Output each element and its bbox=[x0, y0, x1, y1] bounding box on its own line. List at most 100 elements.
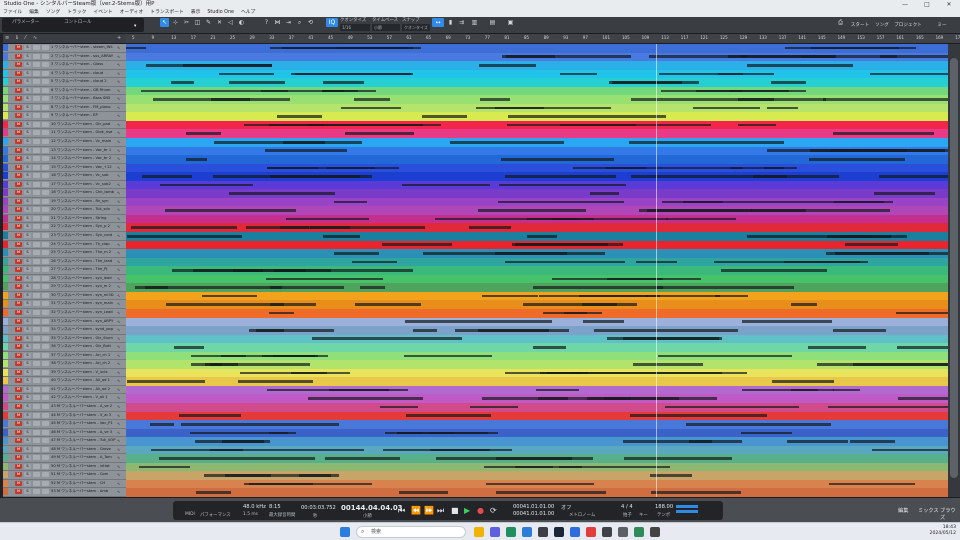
monitor-button[interactable] bbox=[42, 335, 49, 341]
ripple-icon[interactable]: ⇉ bbox=[457, 18, 466, 27]
monitor-button[interactable] bbox=[42, 233, 49, 239]
metronome-label[interactable]: メトロノーム bbox=[569, 512, 595, 518]
record-arm-button[interactable] bbox=[33, 344, 40, 350]
track-lane[interactable] bbox=[126, 471, 948, 480]
solo-button[interactable]: S bbox=[24, 87, 31, 93]
maximize-button[interactable]: □ bbox=[916, 0, 938, 9]
track-name[interactable]: 39 ワンネルーバーstem - V_ucla bbox=[51, 369, 117, 376]
track-name[interactable]: 24 ワンネルーバーstem - Th_clap bbox=[51, 241, 117, 248]
monitor-button[interactable] bbox=[42, 70, 49, 76]
track-name[interactable]: 47 M ワンネルーバーstem - Tuk_VOP bbox=[51, 437, 117, 444]
track-name[interactable]: 32 ワンネルーバーstem - syn_Lead bbox=[51, 309, 117, 316]
audio-event[interactable] bbox=[126, 463, 948, 470]
audio-event[interactable] bbox=[126, 241, 948, 248]
solo-button[interactable]: S bbox=[24, 45, 31, 50]
track-lane[interactable] bbox=[126, 437, 948, 446]
app-icon-2[interactable] bbox=[506, 527, 516, 537]
track-name[interactable]: 11 ワンネルーバーstem - Glok_rise bbox=[51, 129, 117, 136]
record-arm-button[interactable] bbox=[33, 335, 40, 341]
app-icon-8[interactable] bbox=[650, 527, 660, 537]
record-arm-button[interactable] bbox=[33, 463, 40, 469]
audio-event[interactable] bbox=[126, 446, 948, 453]
track-name[interactable]: 2 ワンネルーバーstem - sus_ARRAY bbox=[51, 53, 117, 60]
snap-select[interactable]: クオンタイズ bbox=[402, 24, 430, 31]
track-lane[interactable] bbox=[126, 155, 948, 164]
track-header[interactable]: M S 45 M ワンネルーバーstem - Voc_P1 ∿ bbox=[3, 420, 126, 429]
monitor-button[interactable] bbox=[42, 258, 49, 264]
record-arm-button[interactable] bbox=[33, 87, 40, 93]
audio-event[interactable] bbox=[126, 395, 948, 402]
track-name[interactable]: 22 ワンネルーバーstem - Syn_p 2 bbox=[51, 223, 117, 230]
solo-button[interactable]: S bbox=[24, 258, 31, 264]
track-name[interactable]: 50 M ワンネルーバーstem - inHat bbox=[51, 463, 117, 470]
track-name[interactable]: 1 ワンネルーバーstem - steam_INS bbox=[51, 44, 117, 51]
timebase-select[interactable]: 小節 bbox=[372, 24, 400, 31]
track-lane[interactable] bbox=[126, 103, 948, 113]
track-lane[interactable] bbox=[126, 308, 948, 318]
solo-button[interactable]: S bbox=[24, 335, 31, 341]
tab-mix[interactable]: ミックス bbox=[918, 507, 939, 514]
monitor-button[interactable] bbox=[42, 403, 49, 409]
solo-button[interactable]: S bbox=[24, 386, 31, 392]
solo-button[interactable]: S bbox=[24, 130, 31, 136]
audio-event[interactable] bbox=[126, 429, 948, 436]
track-lane[interactable] bbox=[126, 146, 948, 156]
monitor-button[interactable] bbox=[42, 190, 49, 196]
monitor-button[interactable] bbox=[42, 284, 49, 290]
record-arm-button[interactable] bbox=[33, 292, 40, 298]
track-lane[interactable] bbox=[126, 283, 948, 292]
mute-button[interactable]: M bbox=[15, 233, 22, 239]
arrangement-area[interactable] bbox=[126, 44, 960, 497]
audio-event[interactable] bbox=[126, 104, 948, 111]
track-name[interactable]: 18 ワンネルーバーstem - Chk_tamb bbox=[51, 189, 117, 196]
monitor-button[interactable] bbox=[42, 480, 49, 486]
envelope-icon[interactable]: ⋈ bbox=[273, 18, 282, 27]
track-lane[interactable] bbox=[126, 445, 948, 455]
solo-button[interactable]: S bbox=[24, 284, 31, 290]
track-lane[interactable] bbox=[126, 138, 948, 147]
solo-button[interactable]: S bbox=[24, 164, 31, 170]
track-header[interactable]: M S 29 ワンネルーバーstem - syn_m 2 ∿ bbox=[3, 283, 126, 292]
track-name[interactable]: 43 M ワンネルーバーstem - A_ve 2 bbox=[51, 403, 117, 410]
monitor-button[interactable] bbox=[42, 361, 49, 367]
track-name[interactable]: 7 ワンネルーバーstem - Bass SN5 bbox=[51, 95, 117, 102]
track-lane[interactable] bbox=[126, 172, 948, 181]
listen-tool-icon[interactable]: ◐ bbox=[237, 18, 246, 27]
system-clock[interactable]: 18:43 2024/05/12 bbox=[930, 525, 956, 537]
audio-event[interactable] bbox=[126, 224, 948, 231]
audio-event[interactable] bbox=[126, 386, 948, 393]
solo-button[interactable]: S bbox=[24, 292, 31, 298]
track-lane[interactable] bbox=[126, 274, 948, 284]
track-lane[interactable] bbox=[126, 377, 948, 386]
solo-button[interactable]: S bbox=[24, 224, 31, 230]
split-tool-icon[interactable]: ✂ bbox=[182, 18, 191, 27]
monitor-button[interactable] bbox=[42, 446, 49, 452]
menu-item-8[interactable]: Studio One bbox=[207, 9, 234, 17]
close-button[interactable]: ✕ bbox=[938, 0, 960, 9]
track-header[interactable]: M S 49 M ワンネルーバーstem - A_Tom ∿ bbox=[3, 454, 126, 463]
track-name[interactable]: 3 ワンネルーバーstem - Glass bbox=[51, 61, 117, 68]
track-name[interactable]: 25 ワンネルーバーstem - The_m 2 bbox=[51, 249, 117, 256]
monitor-button[interactable] bbox=[42, 53, 49, 59]
record-arm-button[interactable] bbox=[33, 173, 40, 179]
mute-button[interactable]: M bbox=[15, 198, 22, 204]
file-explorer-icon[interactable] bbox=[474, 527, 484, 537]
solo-button[interactable]: S bbox=[24, 369, 31, 375]
record-arm-button[interactable] bbox=[33, 139, 40, 145]
mute-button[interactable]: M bbox=[15, 318, 22, 324]
monitor-button[interactable] bbox=[42, 224, 49, 230]
solo-button[interactable]: S bbox=[24, 53, 31, 59]
solo-button[interactable]: S bbox=[24, 472, 31, 478]
record-arm-button[interactable] bbox=[33, 190, 40, 196]
audio-event[interactable] bbox=[126, 173, 948, 180]
tab-browse[interactable]: ブラウズ bbox=[940, 507, 960, 521]
mute-button[interactable]: M bbox=[15, 489, 22, 495]
monitor-button[interactable] bbox=[42, 267, 49, 273]
audio-event[interactable] bbox=[126, 130, 948, 137]
track-header[interactable]: M S 28 ワンネルーバーstem - syn_lead ∿ bbox=[3, 274, 126, 284]
mute-button[interactable]: M bbox=[15, 156, 22, 162]
track-lane[interactable] bbox=[126, 266, 948, 275]
audio-event[interactable] bbox=[126, 207, 948, 214]
track-header[interactable]: M S 51 M ワンネルーバーstem - Com ∿ bbox=[3, 471, 126, 480]
mute-button[interactable]: M bbox=[15, 463, 22, 469]
